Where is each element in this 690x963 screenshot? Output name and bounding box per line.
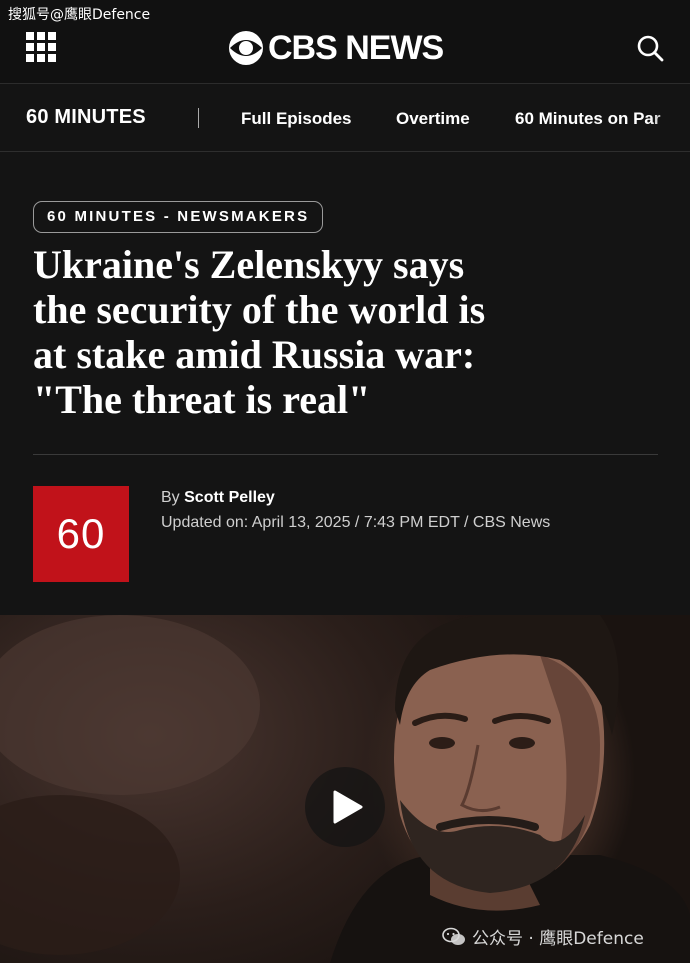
dateline: Updated on: April 13, 2025 / 7:43 PM EDT… [161,514,551,531]
logo-text: CBS NEWS [268,29,444,67]
subnav-divider [198,108,199,128]
subnav-item-overtime[interactable]: Overtime [396,109,470,129]
author-link[interactable]: Scott Pelley [184,489,275,506]
section-tag[interactable]: 60 MINUTES - NEWSMAKERS [33,201,324,233]
headline-line: at stake amid Russia war: [33,332,476,377]
sixty-minutes-logo[interactable]: 60 [33,486,129,582]
show-logo-text: 60 [56,510,106,557]
byline: By Scott Pelley [161,489,275,507]
headline-line: the security of the world is [33,287,486,332]
subnav-item-60-minutes-on-paramount[interactable]: 60 Minutes on Par [515,109,660,129]
subnav-brand-60-minutes[interactable]: 60 MINUTES [26,106,146,129]
search-icon[interactable] [636,34,664,62]
article-headline: Ukraine's Zelenskyy says the security of… [33,242,593,422]
watermark-top: 搜狐号@鹰眼Defence [8,7,151,23]
wechat-icon [442,927,465,945]
subnav-scroll-fade [650,84,690,151]
watermark-bottom-text: 公众号 · 鹰眼Defence [472,929,644,949]
section-subnav: 60 MINUTES Full Episodes Overtime 60 Min… [0,84,690,152]
headline-line: "The threat is real" [33,377,371,422]
byline-prefix: By [161,489,180,506]
divider-rule [33,454,658,455]
watermark-bottom: 公众号 · 鹰眼Defence [442,924,644,949]
grid-menu-icon[interactable] [26,32,56,62]
headline-line: Ukraine's Zelenskyy says [33,242,465,287]
video-player[interactable] [0,615,690,963]
subnav-item-full-episodes[interactable]: Full Episodes [241,109,352,129]
cbs-news-logo[interactable]: CBS NEWS [228,28,444,68]
play-icon [333,790,363,824]
play-button[interactable] [305,767,385,847]
cbs-eye-icon [229,31,263,65]
